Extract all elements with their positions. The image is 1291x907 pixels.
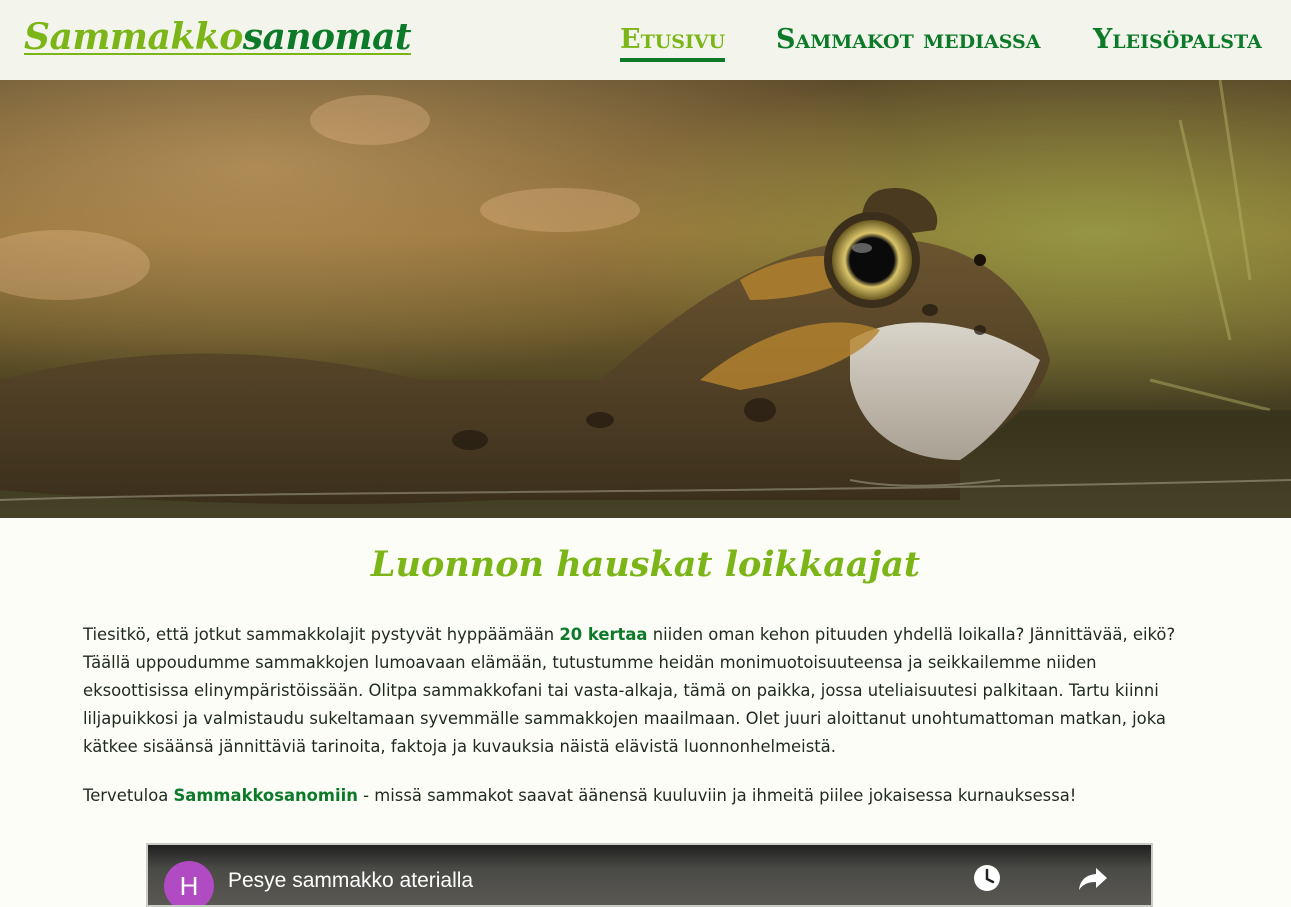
share-icon[interactable]: [1076, 861, 1110, 895]
channel-avatar[interactable]: H: [164, 861, 214, 905]
welcome-highlight: Sammakkosanomiin: [173, 786, 358, 805]
page-title: Luonnon hauskat loikkaajat: [370, 544, 921, 585]
main-nav: Etusivu Sammakot mediassa Yleisöpalsta: [0, 22, 1291, 62]
nav-item-sammakot-mediassa[interactable]: Sammakot mediassa: [776, 22, 1041, 58]
nav-item-etusivu[interactable]: Etusivu: [620, 22, 726, 62]
video-embed[interactable]: H Pesye sammakko aterialla: [146, 843, 1153, 907]
intro-text-end: niiden oman kehon pituuden yhdellä loika…: [83, 625, 1176, 756]
site-header: Sammakkosanomat Etusivu Sammakot mediass…: [0, 0, 1291, 80]
welcome-text-end: - missä sammakot saavat äänensä kuuluvii…: [357, 786, 1077, 805]
hero-image: [0, 80, 1291, 518]
nav-item-yleisopalsta[interactable]: Yleisöpalsta: [1093, 22, 1262, 58]
video-title[interactable]: Pesye sammakko aterialla: [228, 869, 473, 893]
frog-photo: [0, 80, 1291, 518]
clock-icon[interactable]: [970, 861, 1004, 895]
intro-highlight: 20 kertaa: [559, 625, 648, 644]
intro-paragraph: Tiesitkö, että jotkut sammakkolajit pyst…: [83, 621, 1193, 761]
welcome-text-start: Tervetuloa: [83, 786, 174, 805]
intro-text-start: Tiesitkö, että jotkut sammakkolajit pyst…: [83, 625, 560, 644]
welcome-paragraph: Tervetuloa Sammakkosanomiin - missä samm…: [83, 782, 1193, 810]
